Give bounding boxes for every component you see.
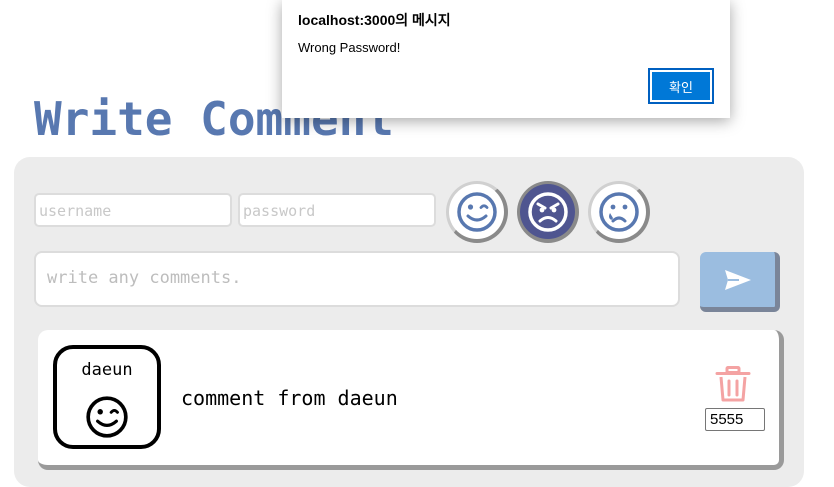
angry-face-icon (527, 191, 568, 232)
username-placeholder: username (39, 202, 112, 220)
trash-icon (715, 366, 751, 402)
emotion-sad-button[interactable] (588, 181, 650, 243)
send-button[interactable] (700, 252, 780, 312)
delete-comment-button[interactable] (714, 366, 752, 406)
dialog-message: Wrong Password! (298, 40, 401, 55)
comment-placeholder: write any comments. (47, 268, 242, 288)
emotion-wink-button[interactable] (446, 181, 508, 243)
delete-password-input[interactable]: 5555 (705, 408, 765, 431)
comment-card: daeun comment from daeun 5555 (38, 330, 784, 470)
author-avatar: daeun (53, 345, 161, 449)
comment-text: comment from daeun (181, 386, 398, 410)
password-placeholder: password (243, 202, 316, 220)
password-input[interactable]: password (238, 193, 436, 227)
alert-dialog: localhost:3000의 메시지 Wrong Password! 확인 (282, 0, 730, 118)
wink-face-icon (456, 191, 497, 232)
crying-face-icon (598, 191, 639, 232)
comment-textarea[interactable]: write any comments. (34, 251, 680, 307)
dialog-ok-button[interactable]: 확인 (648, 68, 714, 104)
emotion-angry-button[interactable] (517, 181, 579, 243)
dialog-title: localhost:3000의 메시지 (298, 12, 451, 28)
comment-author: daeun (81, 360, 133, 380)
username-input[interactable]: username (34, 193, 232, 227)
wink-face-icon (86, 396, 128, 438)
send-icon (724, 269, 751, 290)
